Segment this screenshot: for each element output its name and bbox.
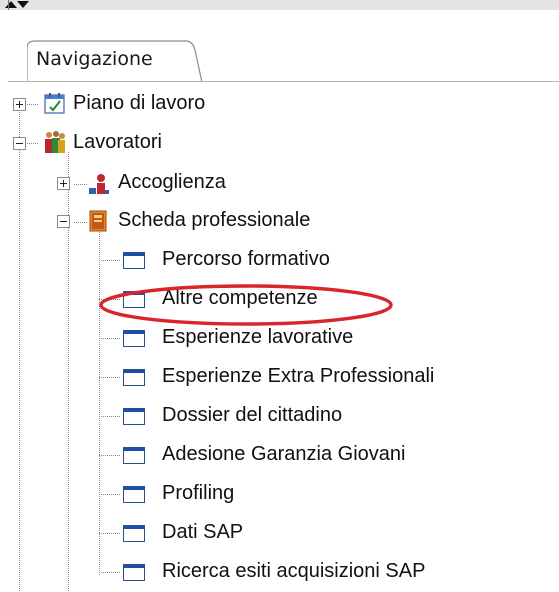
- tree-line: [99, 533, 121, 534]
- tree-item-dossier-del-cittadino[interactable]: Dossier del cittadino: [121, 400, 551, 434]
- reception-icon: [89, 174, 109, 194]
- tree-item-percorso-formativo[interactable]: Percorso formativo: [121, 244, 551, 278]
- window-icon: [123, 564, 145, 581]
- tree-item-profiling[interactable]: Profiling: [121, 478, 551, 512]
- tree-line: [99, 455, 121, 456]
- tree-item-label: Lavoratori: [73, 131, 162, 153]
- tree-item-label: Esperienze lavorative: [162, 326, 354, 348]
- tree-item-label: Percorso formativo: [162, 248, 330, 270]
- tree-line: [68, 228, 69, 592]
- tree-line: [19, 150, 20, 592]
- window-icon: [123, 252, 145, 269]
- calendar-icon: [44, 93, 65, 114]
- collapse-minus-icon[interactable]: [13, 137, 26, 150]
- tree-item-piano-di-lavoro[interactable]: Piano di lavoro: [12, 88, 312, 122]
- tree-item-label: Dossier del cittadino: [162, 404, 343, 426]
- tree-line: [99, 228, 100, 576]
- people-icon: [45, 131, 65, 153]
- tree-item-dati-sap[interactable]: Dati SAP: [121, 517, 551, 551]
- tree-line: [99, 416, 121, 417]
- tree-item-label: Piano di lavoro: [73, 92, 206, 114]
- window-icon: [123, 447, 145, 464]
- collapse-minus-icon[interactable]: [57, 215, 70, 228]
- tree-item-label: Scheda professionale: [118, 209, 311, 231]
- tree-item-label: Accoglienza: [118, 171, 226, 193]
- window-icon: [123, 525, 145, 542]
- tree-item-esperienze-extra-professionali[interactable]: Esperienze Extra Professionali: [121, 361, 555, 395]
- window-icon: [123, 330, 145, 347]
- expand-plus-icon[interactable]: [13, 98, 26, 111]
- highlight-ellipse: [99, 284, 393, 326]
- tree-line: [99, 377, 121, 378]
- tree-item-label: Ricerca esiti acquisizioni SAP: [162, 560, 426, 582]
- expand-plus-icon[interactable]: [57, 177, 70, 190]
- tree-line: [99, 260, 121, 261]
- window-icon: [123, 486, 145, 503]
- window-icon: [123, 369, 145, 386]
- tree-item-ricerca-esiti-acquisizioni-sap[interactable]: Ricerca esiti acquisizioni SAP: [121, 556, 555, 590]
- tree-item-label: Profiling: [162, 482, 235, 504]
- tree-item-label: Adesione Garanzia Giovani: [162, 443, 406, 465]
- tree-item-lavoratori[interactable]: Lavoratori: [12, 127, 312, 161]
- tree-item-accoglienza[interactable]: Accoglienza: [55, 167, 355, 201]
- tab-strip: Navigazione: [0, 10, 559, 88]
- tree-item-label: Esperienze Extra Professionali: [162, 365, 435, 387]
- tree-line: [99, 338, 121, 339]
- tree-line: [99, 572, 121, 573]
- window-icon: [123, 408, 145, 425]
- folder-book-icon: [89, 210, 107, 232]
- tree-item-scheda-professionale[interactable]: Scheda professionale: [55, 205, 395, 239]
- tree-line: [99, 494, 121, 495]
- tab-label: Navigazione: [36, 48, 153, 70]
- tree-item-label: Dati SAP: [162, 521, 244, 543]
- tree-item-adesione-garanzia-giovani[interactable]: Adesione Garanzia Giovani: [121, 439, 551, 473]
- tree-item-esperienze-lavorative[interactable]: Esperienze lavorative: [121, 322, 551, 356]
